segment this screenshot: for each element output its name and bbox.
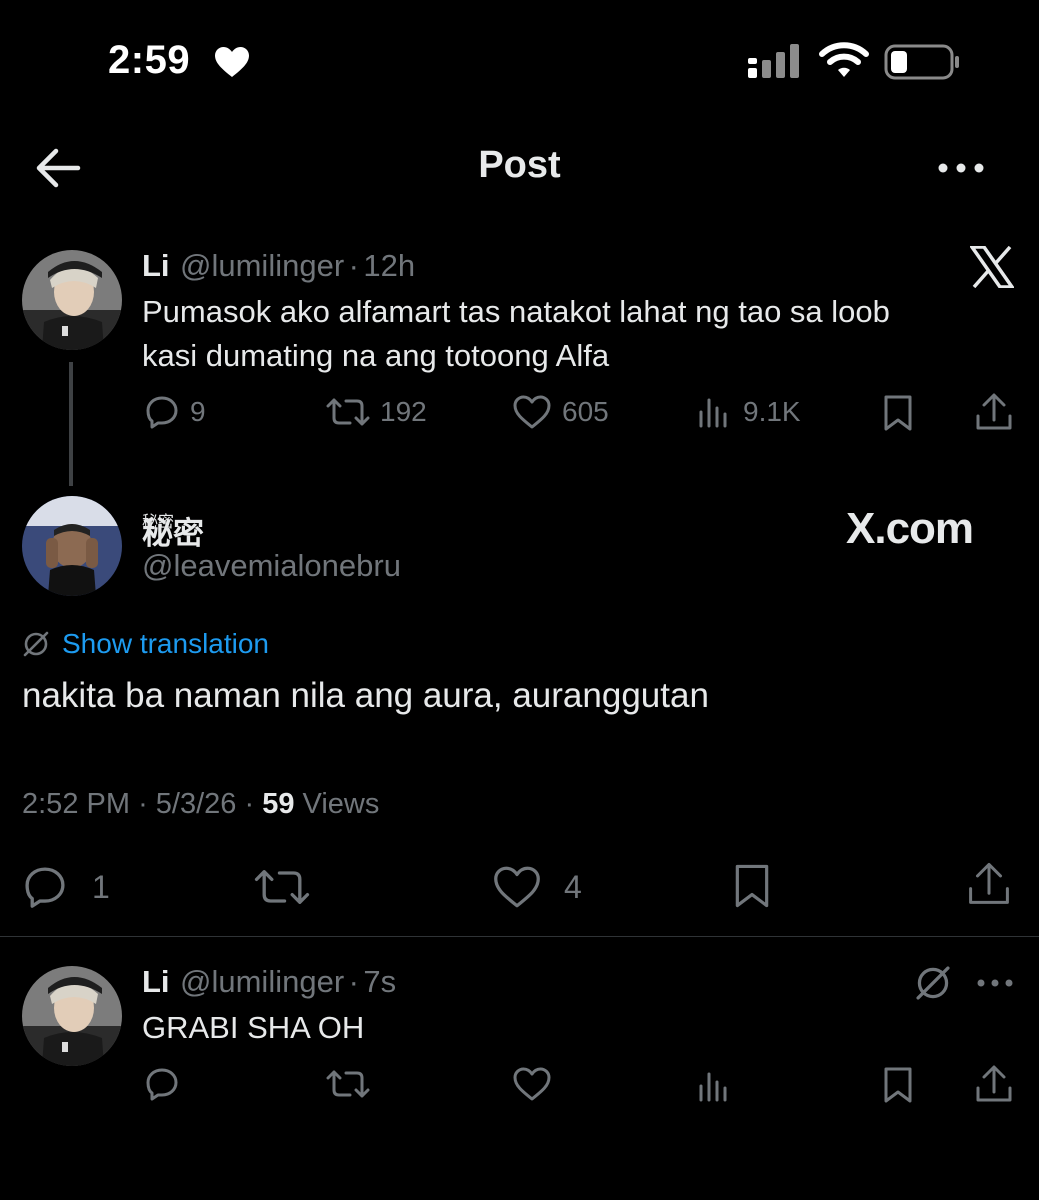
more-icon[interactable] bbox=[976, 968, 1014, 998]
more-icon[interactable] bbox=[936, 150, 986, 186]
signal-icon bbox=[748, 44, 802, 80]
bookmark-icon bbox=[735, 864, 769, 908]
divider bbox=[0, 936, 1039, 937]
page-title: Post bbox=[478, 144, 561, 186]
handle[interactable]: @lumilinger bbox=[180, 964, 344, 999]
bookmark-icon bbox=[884, 395, 912, 431]
avatar[interactable] bbox=[22, 496, 122, 596]
share-button[interactable] bbox=[966, 860, 1012, 908]
reply-icon bbox=[25, 867, 65, 908]
bookmark-button[interactable] bbox=[880, 394, 916, 432]
like-button[interactable] bbox=[512, 1066, 552, 1102]
repost-button[interactable]: 192 bbox=[326, 394, 427, 430]
timestamp: 12h bbox=[363, 248, 416, 283]
reply-button[interactable]: 1 bbox=[22, 864, 110, 910]
views-button[interactable]: 9.1K bbox=[697, 394, 801, 430]
like-icon bbox=[513, 395, 551, 429]
x-com-watermark: X.com bbox=[846, 504, 974, 553]
post-time: 2:52 PM bbox=[22, 788, 130, 820]
reply-button[interactable]: 9 bbox=[144, 394, 206, 430]
like-button[interactable]: 4 bbox=[492, 864, 582, 910]
post-text-line: kasi dumating na ang totoong Alfa bbox=[142, 338, 610, 373]
translate-icon bbox=[23, 631, 49, 657]
bookmark-button[interactable] bbox=[880, 1066, 916, 1104]
post-header: Li @lumilinger · 7s bbox=[142, 964, 396, 1000]
like-button[interactable]: 605 bbox=[512, 394, 609, 430]
show-translation-label: Show translation bbox=[62, 628, 270, 659]
views-label[interactable]: Views bbox=[303, 788, 380, 820]
display-name[interactable]: Li bbox=[142, 964, 170, 999]
views-icon bbox=[699, 398, 727, 428]
status-time: 2:59 bbox=[108, 38, 191, 82]
share-icon bbox=[969, 862, 1009, 904]
separator: · bbox=[348, 248, 359, 283]
battery-icon bbox=[884, 44, 960, 80]
views-count[interactable]: 59 bbox=[262, 788, 294, 820]
post-header: Li @lumilinger · 12h bbox=[142, 248, 415, 284]
share-icon bbox=[976, 393, 1012, 430]
reply-icon bbox=[146, 1068, 178, 1101]
handle[interactable]: @leavemialonebru bbox=[142, 548, 401, 584]
post-meta: 2:52 PM · 5/3/26 · 59 Views bbox=[22, 788, 379, 821]
repost-icon bbox=[254, 870, 310, 904]
post-date: 5/3/26 bbox=[155, 788, 237, 820]
post-text-line: Pumasok ako alfamart tas natakot lahat n… bbox=[142, 294, 890, 329]
reply-icon bbox=[146, 396, 178, 429]
views-icon bbox=[699, 1072, 727, 1102]
reply-button[interactable] bbox=[144, 1066, 180, 1102]
like-count: 605 bbox=[562, 396, 609, 427]
handle[interactable]: @lumilinger bbox=[180, 248, 344, 283]
wifi-icon bbox=[818, 40, 870, 80]
reply-count: 1 bbox=[92, 868, 110, 905]
separator: · bbox=[138, 788, 156, 820]
display-name-text: 秘密 bbox=[142, 516, 204, 551]
like-icon bbox=[494, 866, 540, 908]
bookmark-button[interactable] bbox=[730, 862, 774, 910]
repost-button[interactable] bbox=[326, 1066, 370, 1102]
display-name[interactable]: Li bbox=[142, 248, 170, 283]
separator: · bbox=[348, 964, 359, 999]
post-text: Pumasok ako alfamart tas natakot lahat n… bbox=[142, 290, 1022, 378]
timestamp: 7s bbox=[363, 964, 397, 999]
repost-icon bbox=[326, 1070, 370, 1098]
views-button[interactable] bbox=[697, 1068, 733, 1104]
like-icon bbox=[513, 1067, 551, 1101]
heart-icon bbox=[214, 46, 250, 78]
translate-icon[interactable] bbox=[914, 964, 952, 1002]
show-translation-link[interactable]: Show translation bbox=[22, 628, 269, 660]
thread-line bbox=[69, 362, 73, 486]
x-logo-icon bbox=[970, 246, 1014, 288]
like-count: 4 bbox=[564, 868, 582, 905]
share-button[interactable] bbox=[974, 392, 1014, 432]
repost-button[interactable] bbox=[254, 864, 310, 910]
post-text: nakita ba naman nila ang aura, auranggut… bbox=[22, 676, 709, 715]
views-count: 9.1K bbox=[743, 396, 801, 427]
reply-count: 9 bbox=[190, 396, 206, 427]
repost-icon bbox=[326, 398, 370, 426]
post-text: GRABI SHA OH bbox=[142, 1010, 365, 1045]
repost-count: 192 bbox=[380, 396, 427, 427]
avatar[interactable] bbox=[22, 250, 122, 350]
share-button[interactable] bbox=[974, 1064, 1014, 1104]
separator: · bbox=[244, 788, 263, 820]
bookmark-icon bbox=[884, 1067, 912, 1103]
avatar[interactable] bbox=[22, 966, 122, 1066]
share-icon bbox=[976, 1065, 1012, 1102]
